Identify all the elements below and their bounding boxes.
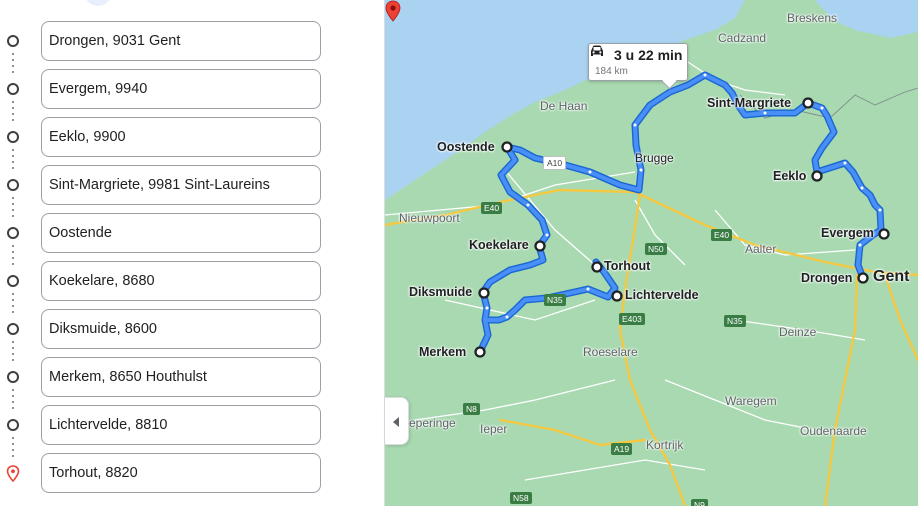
place-label-gent: Gent [873,268,910,285]
waypoint-input[interactable] [41,213,321,253]
place-label-oudenaarde: Oudenaarde [800,424,867,438]
road-ref-n50: N50 [645,243,667,256]
route-distance: 184 km [595,66,628,77]
stop-label-diksmuide: Diksmuide [409,285,473,299]
waypoint-circle-icon [7,227,19,239]
road-ref-n8: N8 [463,403,480,416]
road-ref-e40: E40 [481,202,503,215]
waypoint-row [0,453,384,493]
stop-marker [878,228,890,240]
road-ref-a10: A10 [543,156,567,171]
waypoint-circle-icon [7,419,19,431]
place-label-breskens: Breskens [787,11,838,25]
road-ref-e403: E403 [619,313,645,326]
map-view[interactable]: Breskens Cadzand De Haan Brugge Nieuwpoo… [385,0,918,506]
destination-pin-icon[interactable] [385,0,401,22]
route-info-box[interactable]: 3 u 22 min 184 km [588,43,688,81]
stop-marker [534,240,546,252]
waypoint-row [0,357,384,411]
stop-label-koekelare: Koekelare [469,238,529,252]
waypoint-row [0,309,384,363]
waypoint-input[interactable] [41,261,321,301]
waypoint-row [0,21,384,75]
waypoint-circle-icon [7,323,19,335]
stop-label-oostende: Oostende [437,140,495,154]
waypoint-input[interactable] [41,21,321,61]
waypoint-input[interactable] [41,69,321,109]
place-label-ieper: Ieper [480,422,508,436]
stop-marker [591,261,603,273]
place-label-roeselare: Roeselare [583,345,638,359]
waypoint-input[interactable] [41,309,321,349]
stop-label-drongen: Drongen [801,271,853,285]
road-ref-a19: A19 [611,443,633,456]
stop-label-merkem: Merkem [419,345,467,359]
stop-marker [474,346,486,358]
waypoint-row [0,69,384,123]
stop-marker [857,272,869,284]
waypoint-input[interactable] [41,357,321,397]
stop-label-torhout: Torhout [604,259,651,273]
stop-marker [478,287,490,299]
road-ref-n35-east: N35 [724,315,746,328]
waypoint-input[interactable] [41,453,321,493]
place-label-deinze: Deinze [779,325,817,339]
waypoint-circle-icon [7,35,19,47]
car-icon [591,45,603,56]
waypoint-circle-icon [7,131,19,143]
waypoint-row [0,165,384,219]
place-label-kortrijk: Kortrijk [646,438,684,452]
caret-left-icon [393,417,399,427]
place-label-nieuwpoort: Nieuwpoort [399,211,460,225]
waypoint-input[interactable] [41,165,321,205]
route-duration: 3 u 22 min [614,47,683,63]
waypoint-circle-icon [7,371,19,383]
waypoint-circle-icon [7,179,19,191]
waypoint-input[interactable] [41,117,321,157]
waypoint-row [0,213,384,267]
waypoint-row [0,117,384,171]
waypoint-input[interactable] [41,405,321,445]
road-ref-n35: N35 [544,294,566,307]
waypoint-circle-icon [7,83,19,95]
stop-marker [611,290,623,302]
waypoint-circle-icon [7,275,19,287]
place-label-aalter: Aalter [745,242,777,256]
waypoint-row [0,405,384,459]
stop-label-lichtervelde: Lichtervelde [625,288,699,302]
destination-pin-icon [6,465,20,482]
place-label-brugge: Brugge [635,151,674,165]
stop-marker [501,141,513,153]
stop-label-evergem: Evergem [821,226,874,240]
stop-label-sint-margriete: Sint-Margriete [707,96,792,110]
stop-marker [802,97,814,109]
road-ref-n58: N58 [510,492,532,505]
collapse-panel-button[interactable] [385,397,409,445]
stop-label-eeklo: Eeklo [773,169,807,183]
road-ref-e40-east: E40 [711,229,733,242]
place-label-poperinge: eperinge [409,416,456,430]
swap-button-partial[interactable] [84,0,112,6]
road-ref-n9: N9 [691,499,708,506]
stop-marker [811,170,823,182]
directions-panel [0,0,385,506]
waypoint-row [0,261,384,315]
place-label-de-haan: De Haan [540,99,588,113]
place-label-cadzand: Cadzand [718,31,767,45]
place-label-waregem: Waregem [725,394,777,408]
